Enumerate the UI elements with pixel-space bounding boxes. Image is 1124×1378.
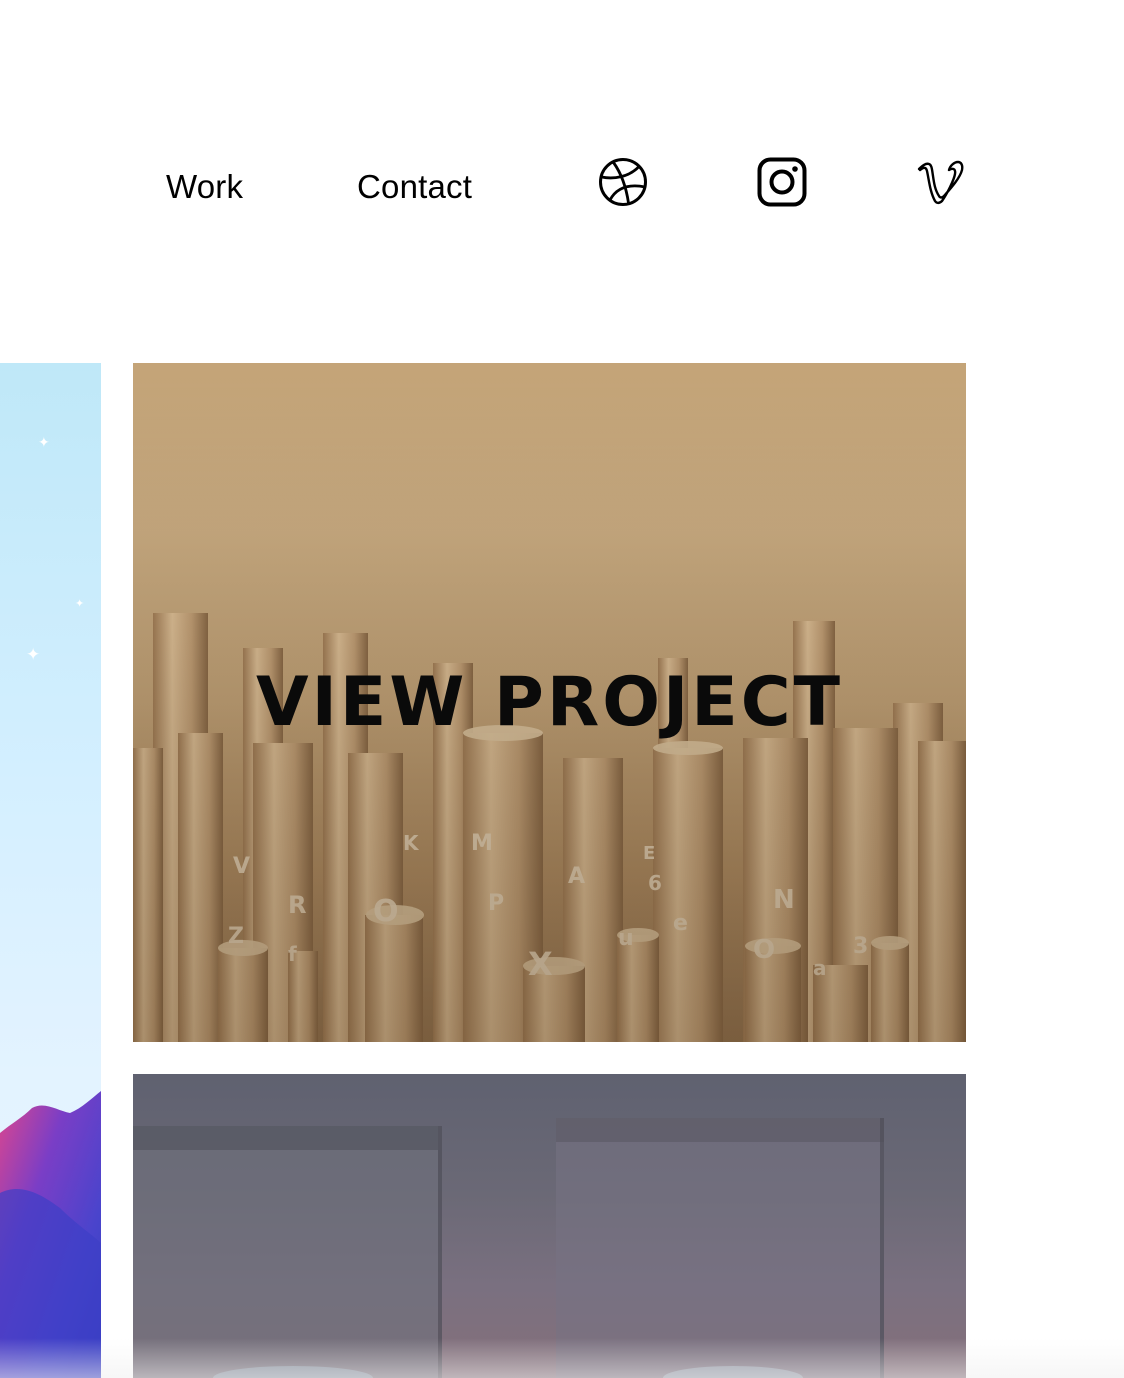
- instagram-link[interactable]: [756, 156, 808, 208]
- vimeo-icon: [917, 160, 964, 205]
- project-image-interior: [133, 1118, 884, 1378]
- mountain-illustration: [0, 1091, 101, 1378]
- dribbble-link[interactable]: [597, 156, 649, 208]
- nav-link-work[interactable]: Work: [166, 168, 243, 206]
- dribbble-icon: [599, 158, 647, 206]
- nav-link-contact[interactable]: Contact: [357, 168, 472, 206]
- project-card[interactable]: [133, 1074, 966, 1378]
- view-project-label: VIEW PROJECT: [255, 663, 844, 742]
- instagram-icon: [757, 157, 807, 207]
- project-card[interactable]: V R O P A 6 N K M E X u e O a 3 Z f VIEW…: [133, 363, 966, 1042]
- previous-project-card[interactable]: ✦ ✦ ✦: [0, 363, 101, 1378]
- vimeo-link[interactable]: [916, 156, 968, 208]
- main-nav: Work Contact: [0, 150, 1124, 220]
